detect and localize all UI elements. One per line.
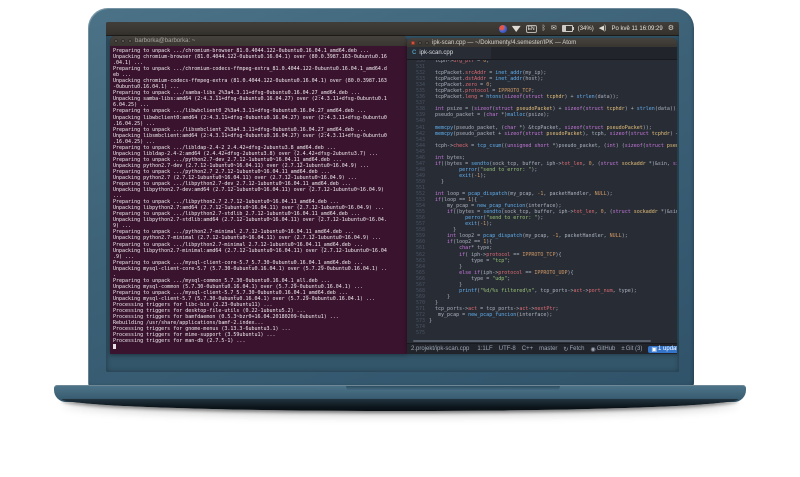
status-item-label: GitHub [596,346,616,352]
git-diff-icon: ± [621,346,625,352]
code-line: memcpy(pseudo_packet + sizeof(struct pse… [435,130,677,137]
status-item-label: 1 update [658,346,677,352]
terminal-line: Unpacking mysql-common (5.7.30-0ubuntu0.… [113,283,363,290]
terminal-line: Unpacking libsmbclient:amd64 (2:4.3.11+d… [113,132,387,139]
session-gear-icon[interactable]: ⚙ [668,25,674,32]
status-file-path[interactable]: 2.projekt/ipk-scan.cpp [411,346,469,352]
atom-window: ipk-scan.cpp — ~/Dokumenty/4.semester/IP… [407,38,677,354]
line-number: 575 [415,330,425,337]
status-item-fetch[interactable]: ↻ Fetch [563,346,584,353]
close-button[interactable] [114,39,118,43]
terminal-line: Unpacking libpython2.7-dev:amd64 (2.7.12… [113,187,384,194]
terminal-line: Unpacking python2.7-minimal (2.7.12-1ubu… [113,235,381,242]
maximize-button[interactable] [425,40,429,45]
clock[interactable]: Po kvě 11 16:09:29 [611,26,662,32]
terminal-line: Preparing to unpack .../chromium-codecs-… [113,66,387,73]
battery-fill [562,26,566,31]
battery-percentage: (34%) [577,25,594,32]
terminal-line: Preparing to unpack .../mysql-client-cor… [113,259,363,266]
terminal-line: Unpacking libpython2.7-stdlib:amd64 (2.7… [113,217,387,224]
terminal-line: Unpacking chromium-browser (81.0.4044.12… [113,54,387,61]
status-bar: 2.projekt/ipk-scan.cpp 1:1 LF UTF-8 C++ mas… [407,343,677,354]
wifi-icon[interactable] [511,25,521,32]
terminal-line: Preparing to unpack .../libsmbclient_2%3… [113,126,366,133]
terminal-body[interactable]: Preparing to unpack .../chromium-browser… [110,46,407,358]
update-package-icon: ▣ [651,346,658,353]
status-item-c-[interactable]: C++ [522,346,533,352]
status-item-label: UTF-8 [498,346,516,352]
terminal-cursor [113,344,116,350]
terminal-window: barborka@barborka: ~ Preparing to unpack… [110,36,407,354]
minimize-button[interactable] [121,39,125,43]
horizontal-scrollbar[interactable] [407,339,677,343]
app-swirl-icon[interactable] [498,24,507,33]
volume-icon[interactable]: ◀) [599,25,607,32]
status-left: 2.projekt/ipk-scan.cpp 1:1 [411,346,486,352]
terminal-line: Unpacking mysql-client-core-5.7 (5.7.30-… [113,265,387,272]
status-item-label: master [539,346,558,352]
ubuntu-top-panel: EN ᛒ ✉ (34%) ◀) Po kvě 11 16:09:29 ⚙ [106,22,679,36]
terminal-line: Unpacking libwbclient0:amd64 (2:4.3.11+d… [113,114,387,121]
github-icon: ◉ [590,346,596,353]
terminal-line: Unpacking libldap-2.4-2:amd64 (2.4.42+df… [113,150,378,157]
code-line: tcph->check = tcp_csum((unsigned short *… [435,142,677,149]
terminal-titlebar[interactable]: barborka@barborka: ~ [110,36,407,46]
tab-bar: C ipk-scan.cpp [407,47,677,60]
code-editor[interactable]: 530 531 532 533 534 535 536 537 538 539 540 541 542 5… [407,60,677,339]
status-item-git-3-[interactable]: ± Git (3) [621,346,642,352]
terminal-line: Preparing to unpack .../libwbclient0_2%3… [113,108,366,115]
close-button[interactable] [411,40,415,45]
mail-icon[interactable]: ✉ [551,25,557,32]
bluetooth-icon[interactable]: ᛒ [542,25,546,32]
status-item-label: Git (3) [625,346,643,352]
atom-titlebar[interactable]: ipk-scan.cpp — ~/Dokumenty/4.semester/IP… [407,38,677,47]
tab-ipk-scan-cpp[interactable]: C ipk-scan.cpp [407,47,491,59]
status-item-github[interactable]: ◉ GitHub [590,346,615,353]
tab-label: ipk-scan.cpp [419,50,454,56]
status-item-label: C++ [521,346,534,352]
code-area[interactable]: tcph->urg_ptr = 0; tcpPacket.srcAddr = i… [429,60,677,339]
fetch-icon: ↻ [563,346,569,353]
status-item-master[interactable]: master [539,346,557,352]
base-notch [346,386,560,391]
status-right: LF UTF-8 C++ master ↻ Fetch ◉ GitHub ± Git (3) ▣ 1 … [486,345,677,353]
terminal-title: barborka@barborka: ~ [135,38,196,44]
laptop-mockup: EN ᛒ ✉ (34%) ◀) Po kvě 11 16:09:29 ⚙ bar… [0,0,800,477]
scrollbar-thumb[interactable] [413,340,651,342]
status-item-1-update[interactable]: ▣1 update [648,345,677,353]
status-item-utf-8[interactable]: UTF-8 [499,346,516,352]
battery-icon[interactable] [561,25,574,32]
terminal-prompt-line [113,344,404,350]
status-item-label: LF [485,346,493,352]
laptop-bottom-edge [62,399,738,411]
status-item-label: Fetch [569,346,585,352]
laptop-screen: EN ᛒ ✉ (34%) ◀) Po kvě 11 16:09:29 ⚙ bar… [106,22,679,372]
atom-window-title: ipk-scan.cpp — ~/Dokumenty/4.semester/IP… [432,39,577,46]
minimize-button[interactable] [418,40,422,45]
status-cursor-position[interactable]: 1:1 [477,346,485,352]
status-item-lf[interactable]: LF [486,346,493,352]
terminal-line: Preparing to unpack .../libpython2.7-min… [113,241,363,248]
keyboard-layout-indicator[interactable]: EN [525,24,537,33]
maximize-button[interactable] [128,39,132,43]
cpp-file-icon: C [412,50,417,56]
terminal-line: Unpacking samba-libs:amd64 (2:4.3.11+dfs… [113,96,387,103]
line-number-gutter: 530 531 532 533 534 535 536 537 538 539 540 541 542 5… [407,60,429,339]
terminal-line: Unpacking libpython2.7-minimal:amd64 (2.… [113,247,387,254]
